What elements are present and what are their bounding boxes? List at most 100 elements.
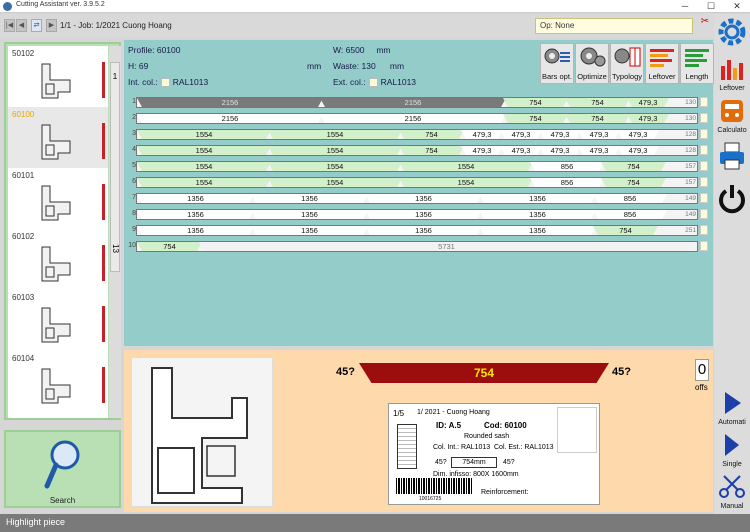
bar-checkbox[interactable] xyxy=(700,161,708,171)
bar-row[interactable]: 1356 1356 1356 1356 856 149 xyxy=(136,193,698,204)
cut-segment[interactable]: 1554 xyxy=(137,178,271,187)
cut-segment[interactable]: 1356 xyxy=(365,210,482,219)
cut-segment[interactable]: 754 xyxy=(137,242,202,251)
delete-icon[interactable]: ✂ xyxy=(698,16,712,36)
cut-segment[interactable]: 1356 xyxy=(479,210,596,219)
bar-row[interactable]: 1356 1356 1356 1356 856 149 xyxy=(136,209,698,220)
cut-segment[interactable]: 754 xyxy=(503,114,568,123)
cut-segment[interactable]: 856 xyxy=(530,178,604,187)
bar-row[interactable]: 1554 1554 754 479,3 479,3 479,3 479,3 479,3 128 xyxy=(136,145,698,156)
cut-segment[interactable]: 479,3 xyxy=(461,130,503,139)
cut-segment[interactable]: 754 xyxy=(601,162,666,171)
bar-checkbox[interactable] xyxy=(700,145,708,155)
bar-row[interactable]: 2156 2156 754 754 479,3 130 xyxy=(136,97,698,108)
minimize-button[interactable]: ─ xyxy=(672,0,698,13)
cut-segment[interactable]: 2156 xyxy=(320,114,506,123)
cut-segment[interactable]: 2156 xyxy=(320,98,506,107)
cut-segment[interactable]: 754 xyxy=(565,98,630,107)
scrollbar-thumb[interactable] xyxy=(110,62,120,272)
bar-row[interactable]: 1356 1356 1356 1356 754 251 xyxy=(136,225,698,236)
profile-list-item[interactable]: 60103 xyxy=(8,290,108,351)
cut-segment[interactable]: 479,3 xyxy=(539,146,581,155)
first-icon[interactable]: |◀ xyxy=(4,19,15,32)
cut-segment[interactable]: 479,3 xyxy=(461,146,503,155)
bar-checkbox[interactable] xyxy=(700,177,708,187)
cut-segment[interactable]: 2156 xyxy=(137,98,323,107)
power-button[interactable] xyxy=(716,182,748,218)
bar-checkbox[interactable] xyxy=(700,129,708,139)
cut-segment[interactable]: 1356 xyxy=(251,226,368,235)
bar-checkbox[interactable] xyxy=(700,241,708,251)
cut-segment[interactable]: 1356 xyxy=(479,226,596,235)
leftover-side-button[interactable]: Leftover xyxy=(716,56,748,92)
search-button[interactable]: Search xyxy=(4,430,121,508)
cut-segment[interactable]: 1554 xyxy=(399,178,533,187)
cut-segment[interactable]: 1554 xyxy=(268,130,402,139)
profile-list-item[interactable]: 60101 xyxy=(8,168,108,229)
cut-segment[interactable]: 754 xyxy=(593,226,658,235)
cut-segment[interactable]: 1554 xyxy=(399,162,533,171)
cut-segment[interactable]: 1554 xyxy=(137,130,271,139)
cut-segment[interactable]: 754 xyxy=(565,114,630,123)
bar-row[interactable]: 1554 1554 754 479,3 479,3 479,3 479,3 479,3 128 xyxy=(136,129,698,140)
length-button[interactable]: Length xyxy=(680,43,714,84)
profile-list-item[interactable]: 50102 xyxy=(8,46,108,107)
automatic-button[interactable]: Automati xyxy=(716,390,748,426)
bar-checkbox[interactable] xyxy=(700,193,708,203)
cut-segment[interactable]: 479,3 xyxy=(627,114,669,123)
cut-segment[interactable]: 1356 xyxy=(251,194,368,203)
cut-segment[interactable]: 479,3 xyxy=(627,98,669,107)
bar-checkbox[interactable] xyxy=(700,209,708,219)
next-icon[interactable]: ▶ xyxy=(46,19,57,32)
cut-segment[interactable]: 479,3 xyxy=(617,130,659,139)
cut-segment[interactable]: 856 xyxy=(593,194,667,203)
cut-segment[interactable]: 1554 xyxy=(137,146,271,155)
cut-segment[interactable]: 5731 xyxy=(199,242,694,251)
swap-icon[interactable]: ⇄ xyxy=(31,19,42,32)
cut-segment[interactable]: 479,3 xyxy=(578,130,620,139)
leftover-button[interactable]: Leftover xyxy=(645,43,679,84)
cut-segment[interactable]: 1356 xyxy=(137,194,254,203)
cut-segment[interactable]: 754 xyxy=(601,178,666,187)
maximize-button[interactable]: ☐ xyxy=(698,0,724,13)
settings-button[interactable] xyxy=(716,16,748,52)
cut-segment[interactable]: 479,3 xyxy=(617,146,659,155)
calculator-button[interactable]: Calculato xyxy=(716,98,748,134)
cut-segment[interactable]: 479,3 xyxy=(539,130,581,139)
bar-checkbox[interactable] xyxy=(700,97,708,107)
cut-segment[interactable]: 856 xyxy=(593,210,667,219)
bar-checkbox[interactable] xyxy=(700,225,708,235)
bar-row[interactable]: 1554 1554 1554 856 754 157 xyxy=(136,161,698,172)
bar-row[interactable]: 1554 1554 1554 856 754 157 xyxy=(136,177,698,188)
cut-segment[interactable]: 479,3 xyxy=(578,146,620,155)
single-button[interactable]: Single xyxy=(716,432,748,468)
cut-segment[interactable]: 1356 xyxy=(365,194,482,203)
cut-segment[interactable]: 479,3 xyxy=(500,146,542,155)
bar-row[interactable]: 2156 2156 754 754 479,3 130 xyxy=(136,113,698,124)
close-button[interactable]: ✕ xyxy=(724,0,750,13)
cut-segment[interactable]: 1356 xyxy=(479,194,596,203)
print-button[interactable] xyxy=(716,140,748,176)
cut-segment[interactable]: 1554 xyxy=(268,146,402,155)
cut-segment[interactable]: 754 xyxy=(503,98,568,107)
cut-segment[interactable]: 754 xyxy=(399,130,464,139)
prev-icon[interactable]: ◀ xyxy=(16,19,27,32)
cut-segment[interactable]: 1356 xyxy=(137,210,254,219)
bars-opt-button[interactable]: Bars opt. xyxy=(540,43,574,84)
profile-list-item[interactable]: 60102 xyxy=(8,229,108,290)
bar-row[interactable]: 754 5731 xyxy=(136,241,698,252)
cut-segment[interactable]: 856 xyxy=(530,162,604,171)
optimize-button[interactable]: Optimize xyxy=(575,43,609,84)
bar-checkbox[interactable] xyxy=(700,113,708,123)
cut-segment[interactable]: 1356 xyxy=(137,226,254,235)
profile-list-item[interactable]: 60104 xyxy=(8,351,108,412)
cut-segment[interactable]: 479,3 xyxy=(500,130,542,139)
manual-button[interactable]: Manual xyxy=(716,474,748,510)
cut-segment[interactable]: 754 xyxy=(399,146,464,155)
cut-segment[interactable]: 1554 xyxy=(137,162,271,171)
profile-list-item[interactable]: 60100 xyxy=(8,107,108,168)
cut-segment[interactable]: 1554 xyxy=(268,162,402,171)
cut-segment[interactable]: 1356 xyxy=(251,210,368,219)
cut-segment[interactable]: 1554 xyxy=(268,178,402,187)
operator-field[interactable]: Op: None xyxy=(535,18,693,34)
